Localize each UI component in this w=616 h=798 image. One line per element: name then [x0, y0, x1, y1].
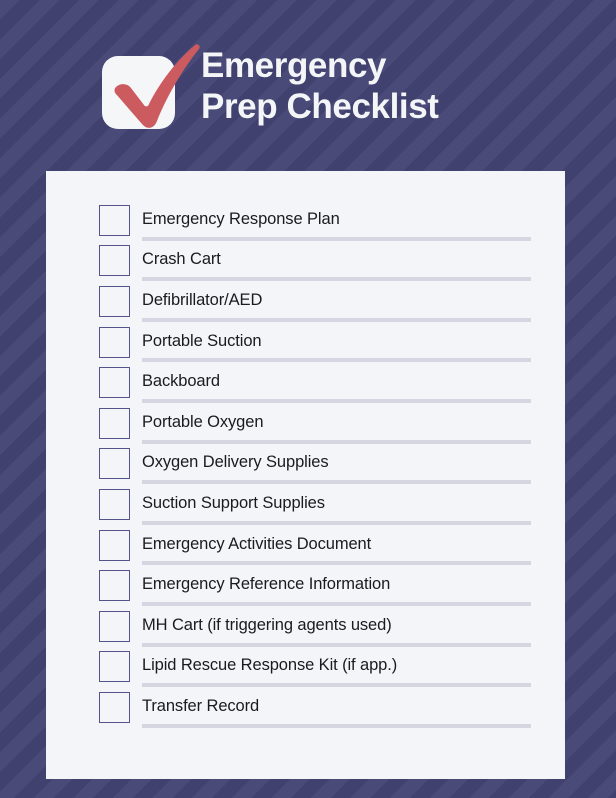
checklist-row-body: Transfer Record — [142, 687, 531, 728]
checklist-item-label: Lipid Rescue Response Kit (if app.) — [142, 656, 398, 675]
checklist-row-body: Emergency Reference Information — [142, 565, 531, 606]
checklist-row-body: Emergency Activities Document — [142, 525, 531, 566]
checklist-row-body: Portable Oxygen — [142, 403, 531, 444]
checklist-row-body: Backboard — [142, 362, 531, 403]
checklist-row[interactable]: Portable Oxygen — [99, 403, 531, 444]
checklist-item-label: Suction Support Supplies — [142, 493, 325, 512]
page-header: Emergency Prep Checklist — [102, 44, 439, 138]
checklist-row-body: MH Cart (if triggering agents used) — [142, 606, 531, 647]
title-line-2: Prep Checklist — [201, 87, 439, 126]
checklist-row[interactable]: Suction Support Supplies — [99, 484, 531, 525]
checklist-item-label: Portable Suction — [142, 331, 262, 350]
checklist-item-label: MH Cart (if triggering agents used) — [142, 615, 392, 634]
checkbox-3[interactable] — [99, 326, 130, 358]
checkbox-12[interactable] — [99, 691, 130, 723]
checklist-row[interactable]: Transfer Record — [99, 687, 531, 728]
checklist-row-body: Crash Cart — [142, 241, 531, 282]
checklist-item-label: Transfer Record — [142, 696, 260, 715]
checklist-item-label: Backboard — [142, 372, 220, 391]
checklist-item-label: Crash Cart — [142, 250, 221, 269]
checkmark-icon — [114, 44, 200, 128]
checkbox-7[interactable] — [99, 488, 130, 520]
checklist-row[interactable]: Backboard — [99, 362, 531, 403]
checkbox-9[interactable] — [99, 570, 130, 602]
checklist-row[interactable]: Emergency Response Plan — [99, 200, 531, 241]
checklist-item-label: Oxygen Delivery Supplies — [142, 453, 329, 472]
checklist-item-label: Defibrillator/AED — [142, 290, 263, 309]
checkbox-0[interactable] — [99, 204, 130, 236]
checklist-row[interactable]: Emergency Reference Information — [99, 565, 531, 606]
checklist-row-body: Defibrillator/AED — [142, 281, 531, 322]
checkbox-10[interactable] — [99, 610, 130, 642]
checkbox-11[interactable] — [99, 651, 130, 683]
checklist-row[interactable]: MH Cart (if triggering agents used) — [99, 606, 531, 647]
checklist-row-body: Portable Suction — [142, 322, 531, 363]
checklist-card: Emergency Response Plan Crash Cart Defibri… — [46, 171, 565, 779]
checklist-row[interactable]: Defibrillator/AED — [99, 281, 531, 322]
checklist-row-body: Emergency Response Plan — [142, 200, 531, 241]
row-separator — [142, 723, 531, 728]
checklist-row-body: Oxygen Delivery Supplies — [142, 444, 531, 485]
title-line-1: Emergency — [201, 46, 387, 85]
page-title: Emergency Prep Checklist — [201, 45, 439, 127]
checkbox-8[interactable] — [99, 529, 130, 561]
checklist-row[interactable]: Crash Cart — [99, 241, 531, 282]
checkbox-6[interactable] — [99, 448, 130, 480]
checkbox-1[interactable] — [99, 245, 130, 277]
checkbox-4[interactable] — [99, 367, 130, 399]
logo — [102, 44, 200, 138]
checklist-row-body: Suction Support Supplies — [142, 484, 531, 525]
checklist-row-body: Lipid Rescue Response Kit (if app.) — [142, 647, 531, 688]
checklist-row[interactable]: Oxygen Delivery Supplies — [99, 444, 531, 485]
checkbox-5[interactable] — [99, 407, 130, 439]
checklist-row[interactable]: Portable Suction — [99, 322, 531, 363]
checklist-item-label: Emergency Activities Document — [142, 534, 372, 553]
checklist-row[interactable]: Lipid Rescue Response Kit (if app.) — [99, 647, 531, 688]
checklist-item-label: Portable Oxygen — [142, 412, 264, 431]
checklist-item-label: Emergency Response Plan — [142, 209, 340, 228]
checklist-item-label: Emergency Reference Information — [142, 575, 391, 594]
checklist-list: Emergency Response Plan Crash Cart Defibri… — [99, 200, 531, 728]
checkbox-2[interactable] — [99, 285, 130, 317]
checklist-row[interactable]: Emergency Activities Document — [99, 525, 531, 566]
